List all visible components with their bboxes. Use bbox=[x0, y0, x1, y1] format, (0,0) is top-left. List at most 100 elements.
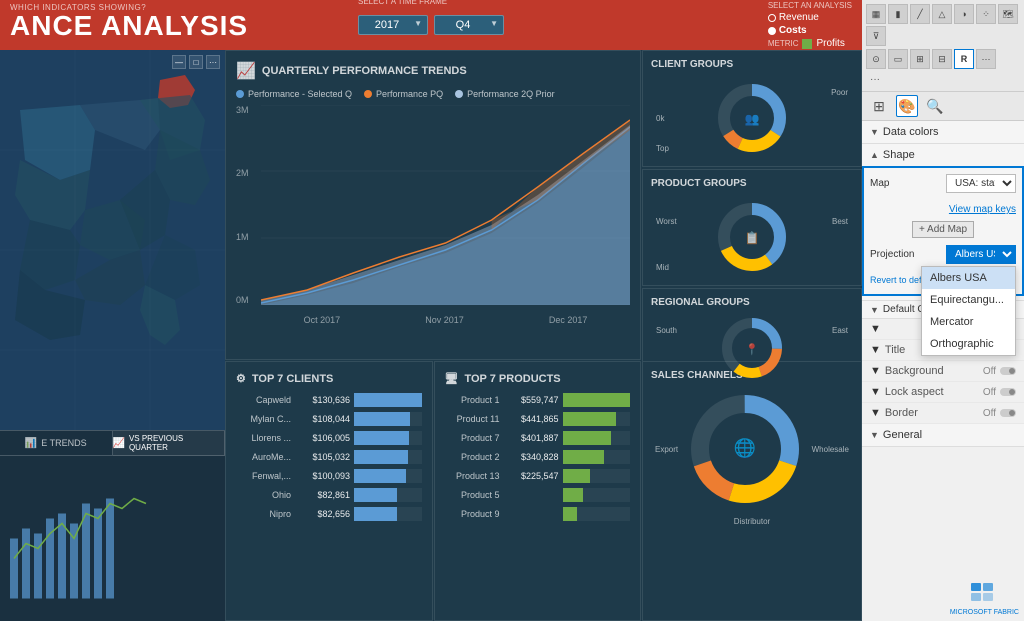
revenue-radio[interactable] bbox=[768, 14, 776, 22]
viz-icon-r[interactable]: R bbox=[954, 49, 974, 69]
prod-bar-track-3 bbox=[563, 431, 631, 445]
prod-bar-track-1 bbox=[563, 393, 631, 407]
viz-icon-card[interactable]: ▭ bbox=[888, 49, 908, 69]
projection-select[interactable]: Albers USA bbox=[946, 245, 1016, 264]
quarterly-title: 📈 QUARTERLY PERFORMANCE TRENDS bbox=[236, 61, 630, 81]
default-colors-chevron: ▼ bbox=[870, 305, 879, 315]
viz-icon-area[interactable]: △ bbox=[932, 4, 952, 24]
year-dropdown[interactable]: 2017 bbox=[358, 15, 428, 35]
lock-toggle-circle[interactable] bbox=[1000, 388, 1016, 396]
viz-icon-more-1[interactable]: ⋯ bbox=[976, 49, 996, 69]
client-name-2: Mylan C... bbox=[236, 414, 291, 424]
viz-icon-stacked-bar[interactable]: ▦ bbox=[866, 4, 886, 24]
table-row: Product 7 $401,887 bbox=[445, 431, 631, 445]
background-toggle-left: ▼ Background bbox=[870, 365, 944, 377]
prod-bar-fill-5 bbox=[563, 469, 590, 483]
client-name-7: Nipro bbox=[236, 509, 291, 519]
general-header[interactable]: ▼ General bbox=[862, 424, 1024, 446]
table-row: Mylan C... $108,044 bbox=[236, 412, 422, 426]
border-toggle-left: ▼ Border bbox=[870, 407, 918, 419]
viz-icon-bar[interactable]: ▮ bbox=[888, 4, 908, 24]
main-content: 📈 QUARTERLY PERFORMANCE TRENDS Performan… bbox=[225, 50, 862, 621]
viz-icon-table[interactable]: ⊞ bbox=[910, 49, 930, 69]
chart-icon: 📈 bbox=[236, 61, 256, 81]
map-controls: — □ ··· bbox=[172, 55, 220, 69]
bar-fill-4 bbox=[354, 450, 408, 464]
maximize-btn[interactable]: □ bbox=[189, 55, 203, 69]
map-select[interactable]: USA: states bbox=[946, 174, 1016, 193]
dropdown-item-albers[interactable]: Albers USA bbox=[922, 267, 1015, 289]
prod-name-4: Product 2 bbox=[445, 452, 500, 462]
client-val-7: $82,656 bbox=[295, 509, 350, 519]
add-map-button[interactable]: + Add Map bbox=[912, 221, 974, 238]
background-toggle-switch[interactable]: Off bbox=[983, 366, 1016, 377]
dropdown-item-ortho[interactable]: Orthographic bbox=[922, 333, 1015, 355]
donut-label-ok: 0k bbox=[656, 114, 664, 123]
background-toggle-circle[interactable] bbox=[1000, 367, 1016, 375]
svg-text:🌐: 🌐 bbox=[734, 437, 756, 458]
data-colors-header[interactable]: ▼ Data colors bbox=[862, 121, 1024, 143]
more-visuals-btn[interactable]: ··· bbox=[866, 72, 1020, 87]
costs-option[interactable]: Costs bbox=[768, 25, 852, 36]
top7clients-panel: ⚙ TOP 7 CLIENTS Capweld $130,636 bbox=[225, 361, 433, 621]
viz-icon-gauge[interactable]: ⊙ bbox=[866, 49, 886, 69]
tab-e-trends[interactable]: 📊 E TRENDS bbox=[0, 431, 113, 456]
analytics-icon[interactable]: 🔍 bbox=[924, 95, 946, 117]
format-icon[interactable]: 🎨 bbox=[896, 95, 918, 117]
border-chevron: ▼ bbox=[870, 407, 881, 419]
viz-icon-map[interactable]: 🗺 bbox=[998, 4, 1018, 24]
shape-header[interactable]: ▲ Shape bbox=[862, 144, 1024, 166]
viz-icon-matrix[interactable]: ⊟ bbox=[932, 49, 952, 69]
client-name-6: Ohio bbox=[236, 490, 291, 500]
bar-track-3 bbox=[354, 431, 422, 445]
bar-track-5 bbox=[354, 469, 422, 483]
main-panel: WHICH INDICATORS SHOWING? ANCE ANALYSIS … bbox=[0, 0, 862, 621]
viz-icon-funnel[interactable]: ⊽ bbox=[866, 26, 886, 46]
quarterly-chart: 3M 2M 1M 0M bbox=[236, 105, 630, 325]
border-toggle-label: Border bbox=[885, 407, 918, 419]
table-row: Capweld $130,636 bbox=[236, 393, 422, 407]
svg-text:📋: 📋 bbox=[745, 231, 760, 245]
profits-label: Profits bbox=[816, 38, 844, 49]
format-toolbar: ⊞ 🎨 🔍 bbox=[862, 92, 1024, 121]
general-section: ▼ General bbox=[862, 424, 1024, 447]
dropdown-item-equirect[interactable]: Equirectangu... bbox=[922, 289, 1015, 311]
dropdown-item-mercator[interactable]: Mercator bbox=[922, 311, 1015, 333]
prod-val-2: $441,865 bbox=[504, 414, 559, 424]
fields-icon[interactable]: ⊞ bbox=[868, 95, 890, 117]
border-toggle-circle[interactable] bbox=[1000, 409, 1016, 417]
prod-bar-fill-7 bbox=[563, 507, 578, 521]
client-val-1: $130,636 bbox=[295, 395, 350, 405]
bar-track-7 bbox=[354, 507, 422, 521]
legend-dot-2 bbox=[364, 90, 372, 98]
products-bar-table: Product 1 $559,747 Product 11 $441,865 bbox=[445, 393, 631, 521]
lock-aspect-switch[interactable]: Off bbox=[983, 387, 1016, 398]
border-toggle-switch[interactable]: Off bbox=[983, 408, 1016, 419]
minimize-btn[interactable]: — bbox=[172, 55, 186, 69]
client-val-4: $105,032 bbox=[295, 452, 350, 462]
viz-icon-pie[interactable]: ◑ bbox=[954, 4, 974, 24]
data-colors-section: ▼ Data colors bbox=[862, 121, 1024, 144]
prod-val-1: $559,747 bbox=[504, 395, 559, 405]
costs-radio[interactable] bbox=[768, 27, 776, 35]
tab-vs-previous[interactable]: 📈 VS PREVIOUS QUARTER bbox=[113, 431, 226, 456]
viz-settings-panel: ▦ ▮ ╱ △ ◑ ⁘ 🗺 ⊽ ⊙ ▭ ⊞ ⊟ R ⋯ ··· ⊞ 🎨 bbox=[862, 0, 1024, 621]
client-val-2: $108,044 bbox=[295, 414, 350, 424]
revenue-option[interactable]: Revenue bbox=[768, 12, 852, 23]
client-name-5: Fenwal,... bbox=[236, 471, 291, 481]
close-btn[interactable]: ··· bbox=[206, 55, 220, 69]
client-groups-title: CLIENT GROUPS bbox=[651, 59, 853, 70]
top-row: 📈 QUARTERLY PERFORMANCE TRENDS Performan… bbox=[225, 50, 862, 360]
quarter-dropdown[interactable]: Q4 bbox=[434, 15, 504, 35]
viz-icon-scatter[interactable]: ⁘ bbox=[976, 4, 996, 24]
view-map-keys-link[interactable]: View map keys bbox=[949, 204, 1016, 215]
prod-bar-track-2 bbox=[563, 412, 631, 426]
client-name-1: Capweld bbox=[236, 395, 291, 405]
prod-val-4: $340,828 bbox=[504, 452, 559, 462]
table-row: Fenwal,... $100,093 bbox=[236, 469, 422, 483]
svg-text:👥: 👥 bbox=[745, 112, 760, 126]
viz-icon-line[interactable]: ╱ bbox=[910, 4, 930, 24]
data-colors-chevron: ▼ bbox=[870, 127, 879, 137]
prod-bar-fill-1 bbox=[563, 393, 631, 407]
bar-fill-7 bbox=[354, 507, 397, 521]
